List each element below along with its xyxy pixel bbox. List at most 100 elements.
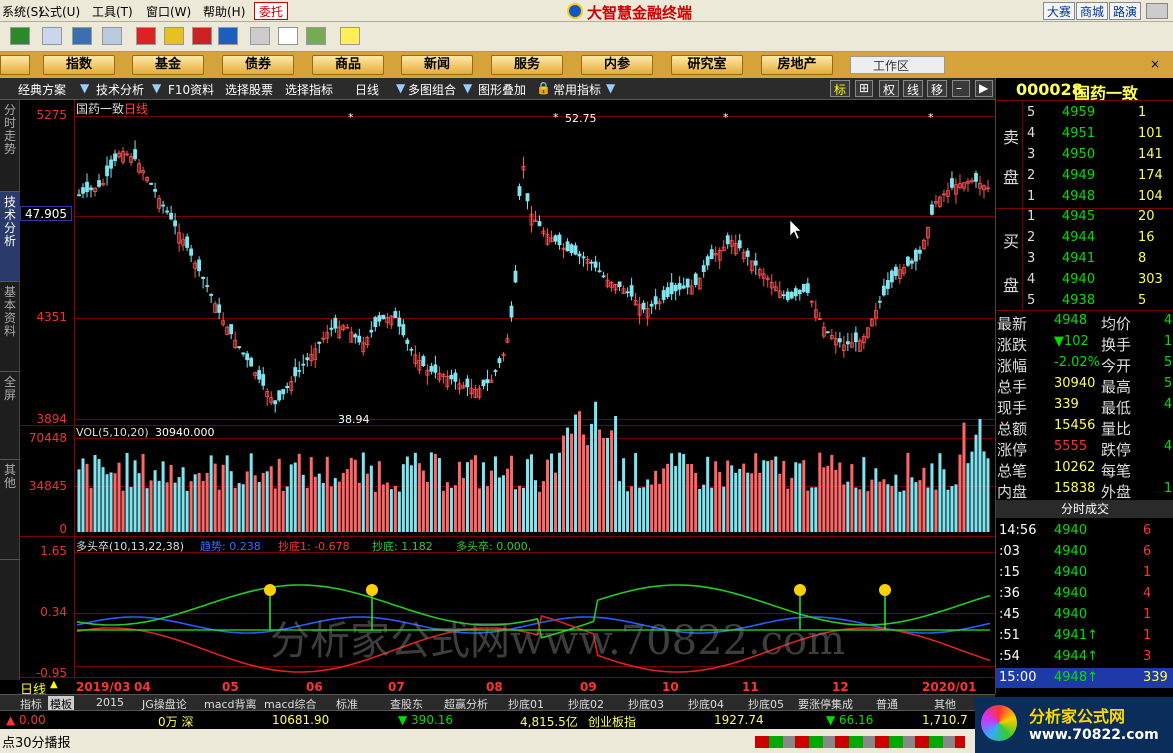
volume-bar	[778, 473, 782, 532]
candle-body	[281, 389, 286, 395]
stat-value: 4	[1164, 439, 1173, 454]
quote-panel: 000028 国药一致 卖 盘 买 盘 5 4959 1 4 4951 101 3 4950 1…	[995, 78, 1173, 694]
level: 3	[1027, 251, 1036, 266]
volume-bar	[329, 486, 333, 532]
tick-price: 4940	[1054, 544, 1088, 559]
candle-body	[709, 249, 714, 260]
volume-bar	[205, 472, 209, 532]
candle-body	[97, 180, 101, 187]
volume-bar	[534, 480, 538, 532]
smiley-icon	[879, 584, 891, 596]
candle-body	[914, 249, 918, 262]
candle-body	[409, 348, 414, 351]
volume-bar	[674, 466, 678, 532]
volume-bar	[229, 471, 233, 532]
volume-bar	[361, 452, 365, 532]
volume-bar	[766, 461, 770, 532]
stat-value: 15838	[1054, 481, 1096, 496]
volume-bar	[974, 434, 978, 532]
tick-time: :54	[999, 649, 1020, 664]
stat-value: 4	[1164, 313, 1173, 328]
candle-body	[825, 331, 830, 334]
tick-price: 4940	[1054, 586, 1088, 601]
candle-body	[405, 339, 410, 344]
volume-bar	[457, 461, 461, 532]
volume-bar	[830, 454, 834, 532]
volume-bar	[221, 464, 225, 532]
candle-body	[209, 294, 214, 296]
candle-body	[537, 221, 542, 227]
volume-bar	[822, 467, 826, 532]
candle-body	[381, 314, 386, 320]
stat-value: 4	[1164, 397, 1173, 412]
volume-bar	[477, 488, 481, 532]
volume-bar	[870, 479, 874, 532]
volume-bar	[349, 457, 353, 532]
volume-bar	[770, 460, 774, 532]
volume-bar	[465, 462, 469, 532]
level: 5	[1027, 293, 1036, 308]
price: 4951	[1062, 126, 1096, 141]
volume-bar	[149, 480, 153, 532]
volume-bar	[654, 470, 658, 532]
volume-bar	[626, 491, 630, 532]
candle-body	[377, 315, 382, 322]
volume-bar	[217, 489, 221, 532]
volume-bar	[333, 478, 337, 532]
stat-label: 涨幅	[997, 357, 1028, 375]
watermark: 分析家公式网www.70822.com	[270, 618, 846, 664]
volume-bar	[133, 460, 137, 532]
volume-bar	[982, 451, 986, 532]
candle-body	[781, 294, 786, 297]
stat-value: 5	[1164, 355, 1173, 370]
candle-body	[185, 236, 190, 248]
x-label: 05	[222, 680, 239, 694]
volume-bar	[425, 481, 429, 532]
volume-bar	[93, 455, 97, 532]
volume-bar	[842, 484, 846, 532]
candle-body	[161, 204, 165, 207]
volume-bar	[517, 485, 521, 532]
stat-label: 每笔	[1101, 462, 1132, 480]
volume-bar	[301, 474, 305, 532]
volume-bar	[273, 488, 277, 532]
candle-body	[573, 245, 578, 255]
stat-value: 1.	[1164, 334, 1173, 349]
stat-label: 外盘	[1101, 483, 1132, 501]
tick-volume: 3	[1143, 649, 1152, 664]
volume-bar	[145, 488, 149, 532]
volume-bar	[325, 456, 329, 532]
volume-bar	[201, 481, 205, 532]
status-index-sz-change: ▼ 390.16	[398, 713, 454, 727]
candle-body	[357, 335, 362, 343]
volume-bar	[922, 467, 926, 532]
candle-body	[105, 165, 109, 177]
x-label: 04	[134, 680, 151, 694]
volume-bar	[554, 472, 558, 532]
ticks-title[interactable]: 分时成交	[996, 500, 1173, 518]
volume-bar	[826, 465, 830, 532]
volume: 101	[1138, 126, 1163, 141]
volume-bar	[489, 470, 493, 532]
candle-body	[453, 372, 458, 382]
volume-bar	[245, 471, 249, 532]
volume-bar	[161, 461, 165, 532]
volume-bar	[189, 481, 193, 532]
volume-bar	[409, 465, 413, 532]
volume-bar	[445, 482, 449, 532]
volume-bar	[646, 479, 650, 532]
stat-label: 跌停	[1101, 441, 1132, 459]
volume-bar	[754, 453, 758, 532]
volume-bar	[742, 463, 746, 532]
volume-bar	[818, 452, 822, 532]
tab-2015[interactable]: 2015	[96, 696, 124, 709]
volume-bar	[614, 416, 618, 532]
volume-bar	[630, 486, 634, 532]
stat-value: 15	[1164, 481, 1173, 496]
volume-bar	[525, 459, 529, 532]
volume-bar	[389, 489, 393, 532]
volume-bar	[117, 462, 121, 532]
tick-volume: 1	[1143, 628, 1152, 643]
candle-body	[517, 186, 522, 197]
tick-time: :15	[999, 565, 1020, 580]
